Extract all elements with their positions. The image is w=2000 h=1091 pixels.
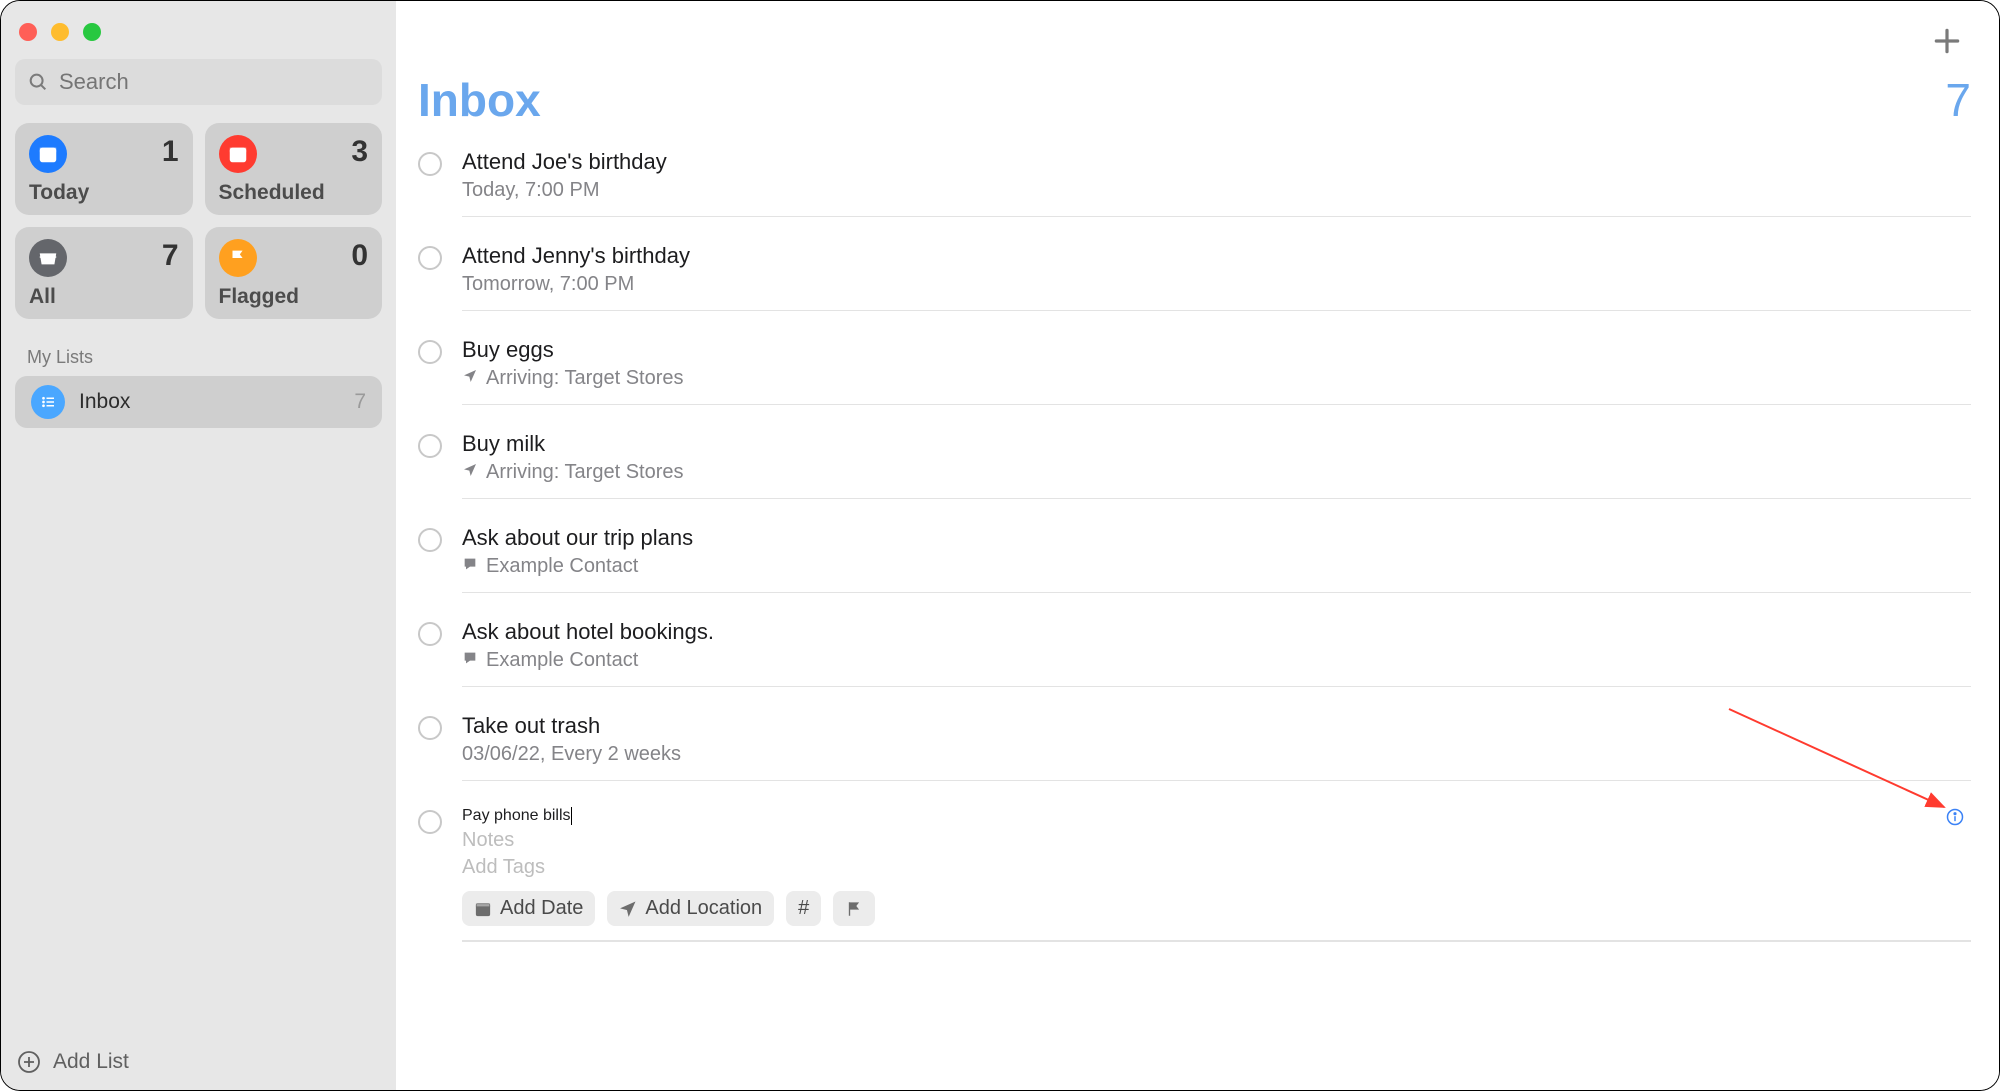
search-input[interactable] (59, 69, 370, 95)
smart-list-flagged-label: Flagged (219, 285, 369, 309)
smart-list-all[interactable]: 7 All (15, 227, 193, 319)
complete-checkbox[interactable] (418, 246, 442, 270)
reminder-row[interactable]: Ask about hotel bookings. Example Contac… (418, 605, 1971, 699)
calendar-icon (474, 900, 492, 918)
zoom-window-button[interactable] (83, 23, 101, 41)
close-window-button[interactable] (19, 23, 37, 41)
calendar-icon (219, 135, 257, 173)
page-title: Inbox (418, 73, 541, 127)
info-icon (1945, 807, 1965, 827)
sidebar-list-count: 7 (354, 390, 366, 414)
complete-checkbox[interactable] (418, 810, 442, 834)
page-count: 7 (1945, 73, 1971, 127)
complete-checkbox[interactable] (418, 340, 442, 364)
reminder-title: Buy eggs (462, 337, 554, 363)
reminder-meta: Tomorrow, 7:00 PM (462, 273, 1971, 296)
reminder-meta: Arriving: Target Stores (462, 461, 1971, 484)
reminder-meta: Arriving: Target Stores (462, 367, 1971, 390)
smart-list-all-label: All (29, 285, 179, 309)
complete-checkbox[interactable] (418, 622, 442, 646)
add-list-label: Add List (53, 1050, 129, 1074)
complete-checkbox[interactable] (418, 152, 442, 176)
complete-checkbox[interactable] (418, 434, 442, 458)
sidebar-list-name: Inbox (79, 390, 340, 414)
smart-list-scheduled[interactable]: 3 Scheduled (205, 123, 383, 215)
plus-icon (1931, 25, 1963, 57)
reminder-row[interactable]: Ask about our trip plans Example Contact (418, 511, 1971, 605)
location-icon (462, 367, 478, 390)
flag-icon (845, 900, 863, 918)
reminder-row[interactable]: Attend Joe's birthday Today, 7:00 PM (418, 135, 1971, 229)
sidebar: 1 Today 3 Scheduled 7 (1, 1, 396, 1090)
location-icon (619, 900, 637, 918)
info-button[interactable] (1945, 807, 1965, 832)
reminder-meta: Example Contact (462, 555, 1971, 578)
reminder-title: Attend Joe's birthday (462, 149, 667, 175)
reminder-row[interactable]: Buy milk Arriving: Target Stores (418, 417, 1971, 511)
reminder-meta: Today, 7:00 PM (462, 179, 1971, 202)
smart-list-flagged[interactable]: 0 Flagged (205, 227, 383, 319)
reminder-row[interactable]: Attend Jenny's birthday Tomorrow, 7:00 P… (418, 229, 1971, 323)
reminder-title: Take out trash (462, 713, 600, 739)
smart-list-today-count: 1 (162, 135, 179, 169)
main-content: Inbox 7 Attend Joe's birthday Today, 7:0… (396, 1, 1999, 1090)
message-icon (462, 555, 478, 578)
smart-list-today-label: Today (29, 181, 179, 205)
notes-placeholder[interactable]: Notes (462, 829, 1971, 852)
reminder-title: Attend Jenny's birthday (462, 243, 690, 269)
hash-icon: # (798, 897, 809, 920)
smart-list-all-count: 7 (162, 239, 179, 273)
reminder-row-editing[interactable]: Pay phone bills Notes Add Tags Add Date … (418, 793, 1971, 954)
reminder-title: Buy milk (462, 431, 545, 457)
add-date-chip[interactable]: Add Date (462, 891, 595, 926)
list-bullet-icon (31, 385, 65, 419)
reminder-row[interactable]: Take out trash 03/06/22, Every 2 weeks (418, 699, 1971, 793)
reminder-row[interactable]: Buy eggs Arriving: Target Stores (418, 323, 1971, 417)
add-flag-chip[interactable] (833, 891, 875, 926)
flag-icon (219, 239, 257, 277)
my-lists-header: My Lists (15, 343, 382, 376)
add-location-label: Add Location (645, 897, 762, 920)
add-tag-chip[interactable]: # (786, 891, 821, 926)
add-location-chip[interactable]: Add Location (607, 891, 774, 926)
add-list-button[interactable]: Add List (15, 1044, 382, 1076)
reminder-title-input[interactable]: Pay phone bills (462, 807, 572, 825)
calendar-today-icon (29, 135, 67, 173)
new-reminder-button[interactable] (1931, 25, 1963, 62)
reminder-meta: Example Contact (462, 649, 1971, 672)
minimize-window-button[interactable] (51, 23, 69, 41)
reminder-title: Ask about hotel bookings. (462, 619, 714, 645)
complete-checkbox[interactable] (418, 716, 442, 740)
reminder-title: Ask about our trip plans (462, 525, 693, 551)
search-field[interactable] (15, 59, 382, 105)
add-date-label: Add Date (500, 897, 583, 920)
smart-list-scheduled-label: Scheduled (219, 181, 369, 205)
message-icon (462, 649, 478, 672)
complete-checkbox[interactable] (418, 528, 442, 552)
smart-list-flagged-count: 0 (351, 239, 368, 273)
smart-list-scheduled-count: 3 (351, 135, 368, 169)
plus-circle-icon (17, 1050, 41, 1074)
search-icon (27, 71, 49, 93)
reminder-meta: 03/06/22, Every 2 weeks (462, 743, 1971, 766)
sidebar-list-inbox[interactable]: Inbox 7 (15, 376, 382, 428)
window-controls (15, 15, 382, 59)
smart-list-today[interactable]: 1 Today (15, 123, 193, 215)
tags-placeholder[interactable]: Add Tags (462, 856, 1971, 879)
location-icon (462, 461, 478, 484)
tray-icon (29, 239, 67, 277)
